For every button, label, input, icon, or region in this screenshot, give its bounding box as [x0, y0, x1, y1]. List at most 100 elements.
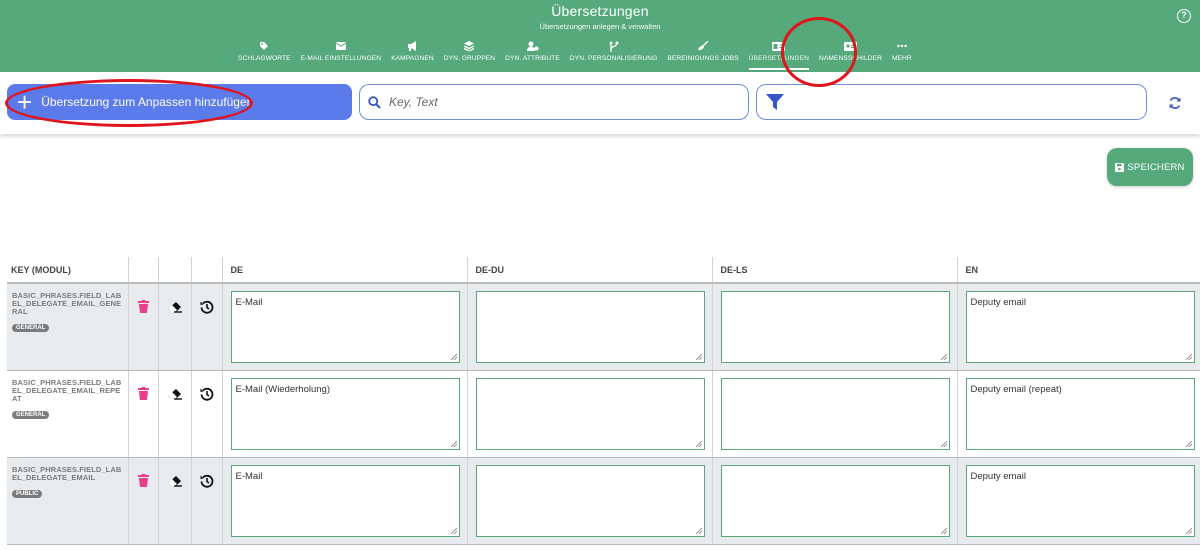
nav-label: DYN. GRUPPEN — [443, 55, 496, 62]
de-cell: E-Mail — [222, 283, 468, 371]
de-ls-textarea[interactable] — [720, 377, 950, 450]
reset-cell — [158, 370, 192, 458]
en-cell: Deputy email — [957, 283, 1200, 371]
app-header: Übersetzungen Übersetzungen anlegen & ve… — [0, 0, 1200, 72]
toolbar: + Übersetzung zum Anpassen hinzufügen Ke… — [0, 72, 1200, 134]
trash-icon[interactable] — [137, 300, 149, 317]
en-cell: Deputy email (repeat) — [957, 370, 1200, 458]
refresh-icon[interactable] — [1168, 96, 1182, 110]
search-icon — [368, 95, 381, 109]
column-header-key[interactable]: KEY (MODUL) — [7, 257, 129, 284]
column-header-delete — [128, 257, 159, 284]
reset-cell — [158, 283, 192, 371]
nav-item-schlagworte[interactable]: SCHLAGWORTE — [233, 38, 296, 70]
en-textarea[interactable]: Deputy email — [965, 291, 1195, 363]
nav-label: NAMENSSCHILDER — [819, 55, 882, 62]
column-header-history — [191, 257, 223, 284]
de-ls-textarea[interactable] — [720, 291, 950, 363]
history-icon[interactable] — [200, 300, 214, 318]
broom-icon — [696, 39, 710, 53]
floppy-disk-icon — [1115, 162, 1125, 172]
nav-label: BEREINIGUNGS JOBS — [667, 55, 739, 62]
de-du-cell — [467, 457, 713, 545]
megaphone-icon — [405, 39, 419, 53]
id-card-icon — [843, 39, 857, 53]
nav-label: SCHLAGWORTE — [238, 55, 291, 62]
tag-icon — [257, 39, 271, 53]
translations-table: KEY (MODUL) DE DE-DU DE-LS EN BASIC_PHRA… — [7, 257, 1200, 545]
module-badge: GENERAL — [12, 410, 50, 419]
column-header-de-ls[interactable]: DE-LS — [712, 257, 958, 284]
history-icon[interactable] — [200, 387, 214, 405]
add-translation-button[interactable]: + Übersetzung zum Anpassen hinzufügen — [7, 84, 352, 120]
de-ls-cell — [712, 283, 958, 371]
envelope-icon — [334, 39, 348, 53]
de-ls-textarea[interactable] — [720, 464, 950, 537]
delete-cell — [128, 283, 159, 371]
question-circle-icon[interactable]: ? — [1177, 9, 1191, 23]
en-textarea[interactable]: Deputy email — [965, 464, 1195, 537]
de-ls-cell — [712, 457, 958, 545]
de-du-cell — [467, 370, 713, 458]
de-textarea[interactable]: E-Mail — [230, 291, 460, 363]
key-cell: BASIC_PHRASES.FIELD_LABEL_DELEGATE_EMAIL… — [7, 457, 129, 545]
trash-icon[interactable] — [137, 386, 149, 404]
table-row: BASIC_PHRASES.FIELD_LABEL_DELEGATE_EMAIL… — [7, 283, 1200, 371]
en-cell: Deputy email — [957, 457, 1200, 545]
de-du-textarea[interactable] — [475, 291, 705, 363]
table-row: BASIC_PHRASES.FIELD_LABEL_DELEGATE_EMAIL… — [7, 370, 1200, 458]
top-nav: SCHLAGWORTE E-MAIL EINSTELLUNGEN KAMPAGN… — [233, 38, 917, 70]
nav-label: DYN. ATTRIBUTE — [505, 55, 560, 62]
branch-icon — [607, 39, 621, 53]
save-label: SPEICHERN — [1127, 161, 1185, 173]
column-header-reset — [158, 257, 192, 284]
nav-item-mehr[interactable]: MEHR — [887, 38, 917, 70]
eraser-icon[interactable] — [167, 300, 182, 317]
key-cell: BASIC_PHRASES.FIELD_LABEL_DELEGATE_EMAIL… — [7, 370, 129, 458]
page-subtitle: Übersetzungen anlegen & verwalten — [539, 22, 661, 31]
table-row: BASIC_PHRASES.FIELD_LABEL_DELEGATE_EMAIL… — [7, 457, 1200, 545]
language-icon — [772, 39, 786, 53]
history-icon[interactable] — [200, 474, 214, 492]
eraser-icon[interactable] — [167, 387, 182, 404]
de-textarea[interactable]: E-Mail — [230, 464, 460, 537]
nav-item-dyn-personalisierung[interactable]: DYN. PERSONALISIERUNG — [565, 38, 662, 70]
nav-item-bereinigungs-jobs[interactable]: BEREINIGUNGS JOBS — [662, 38, 743, 70]
user-cog-icon — [526, 39, 540, 53]
column-header-en[interactable]: EN — [957, 257, 1200, 284]
filter-icon — [766, 94, 784, 110]
add-translation-label: Übersetzung zum Anpassen hinzufügen — [41, 95, 254, 109]
save-button[interactable]: SPEICHERN — [1107, 148, 1193, 186]
nav-item-dyn-gruppen[interactable]: DYN. GRUPPEN — [439, 38, 500, 70]
translation-key: BASIC_PHRASES.FIELD_LABEL_DELEGATE_EMAIL… — [12, 377, 122, 403]
search-input[interactable]: Key, Text — [359, 84, 749, 120]
de-du-textarea[interactable] — [475, 464, 705, 537]
module-badge: PUBLIC — [12, 489, 43, 498]
filter-input[interactable] — [756, 84, 1147, 120]
column-header-de-du[interactable]: DE-DU — [467, 257, 713, 284]
layers-icon — [462, 39, 476, 53]
nav-label: KAMPAGNEN — [391, 55, 434, 62]
de-du-textarea[interactable] — [475, 377, 705, 450]
translation-key: BASIC_PHRASES.FIELD_LABEL_DELEGATE_EMAIL… — [12, 291, 122, 316]
history-cell — [191, 457, 223, 545]
nav-item-email-einstellungen[interactable]: E-MAIL EINSTELLUNGEN — [296, 38, 387, 70]
de-ls-cell — [712, 370, 958, 458]
en-textarea[interactable]: Deputy email (repeat) — [965, 377, 1195, 450]
key-cell: BASIC_PHRASES.FIELD_LABEL_DELEGATE_EMAIL… — [7, 283, 129, 371]
column-header-de[interactable]: DE — [222, 257, 468, 284]
reset-cell — [158, 457, 192, 545]
nav-item-uebersetzungen[interactable]: ÜBERSETZUNGEN — [744, 38, 814, 70]
more-icon — [895, 39, 909, 53]
nav-item-kampagnen[interactable]: KAMPAGNEN — [386, 38, 439, 70]
de-textarea[interactable]: E-Mail (Wiederholung) — [230, 377, 460, 450]
nav-item-namensschilder[interactable]: NAMENSSCHILDER — [814, 38, 887, 70]
module-badge: GENERAL — [12, 324, 50, 332]
trash-icon[interactable] — [137, 473, 149, 491]
translation-key: BASIC_PHRASES.FIELD_LABEL_DELEGATE_EMAIL — [12, 464, 122, 482]
history-cell — [191, 370, 223, 458]
nav-item-dyn-attribute[interactable]: DYN. ATTRIBUTE — [500, 38, 565, 70]
history-cell — [191, 283, 223, 371]
plus-icon: + — [17, 87, 33, 117]
eraser-icon[interactable] — [167, 474, 182, 491]
